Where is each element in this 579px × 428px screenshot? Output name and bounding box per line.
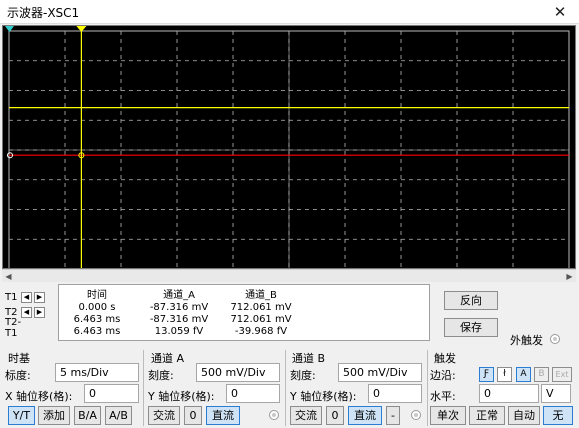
- ext-trigger-terminal[interactable]: [550, 334, 560, 344]
- readout-cell: 712.061 mV: [230, 313, 292, 325]
- channel-a-scale-input[interactable]: 500 mV/Div: [196, 363, 280, 382]
- channel-a-ac-button[interactable]: 交流: [148, 406, 180, 425]
- scroll-right-icon[interactable]: ▶: [563, 270, 576, 283]
- readout-cell: 0.000 s: [78, 301, 116, 313]
- channel-b-scale-input[interactable]: 500 mV/Div: [338, 363, 422, 382]
- timebase-xpos-label: X 轴位移(格):: [5, 390, 73, 403]
- readout-cell: -87.316 mV: [149, 313, 209, 325]
- left-arrow-icon[interactable]: ◀: [21, 292, 32, 303]
- trigger-source-ext[interactable]: Ext: [552, 367, 572, 382]
- channel-a-terminal[interactable]: [269, 410, 279, 420]
- trigger-single-button[interactable]: 单次: [430, 406, 466, 425]
- reverse-button[interactable]: 反向: [444, 291, 498, 310]
- channel-b-ypos-input[interactable]: 0: [368, 384, 422, 403]
- scroll-left-icon[interactable]: ◀: [2, 270, 15, 283]
- channel-a-ypos-label: Y 轴位移(格):: [148, 390, 215, 403]
- readout-header-cha: 通道_A: [163, 290, 195, 301]
- trigger-edge-label: 边沿:: [430, 369, 456, 382]
- readout-header-chb: 通道_B: [245, 290, 277, 301]
- channel-a-scale-label: 刻度:: [148, 369, 174, 382]
- readout-header-time: 时间: [87, 290, 107, 301]
- divider: [285, 350, 286, 426]
- mode-add-button[interactable]: 添加: [38, 406, 70, 425]
- readout-cell: -87.316 mV: [149, 301, 209, 313]
- channel-b-ypos-label: Y 轴位移(格):: [290, 390, 357, 403]
- table-row: 0.000 s -87.316 mV 712.061 mV: [59, 301, 299, 313]
- channel-b-invert-button[interactable]: -: [386, 406, 400, 425]
- channel-a-title: 通道 A: [151, 352, 185, 365]
- channel-b-scale-label: 刻度:: [290, 369, 316, 382]
- trigger-level-label: 水平:: [430, 390, 456, 403]
- cursor-row-t1: T1 ◀ ▶: [5, 290, 53, 305]
- title-bar: 示波器-XSC1 ✕: [0, 0, 579, 24]
- cursor-controls: T1 ◀ ▶ T2 ◀ ▶ T2-T1: [5, 290, 53, 339]
- readout-cell: 6.463 ms: [73, 325, 121, 337]
- trigger-none-button[interactable]: 无: [543, 406, 573, 425]
- right-arrow-icon[interactable]: ▶: [34, 292, 45, 303]
- channel-a-ypos-input[interactable]: 0: [226, 384, 280, 403]
- ext-trigger-label: 外触发: [510, 334, 543, 347]
- channel-a-gnd-button[interactable]: 0: [184, 406, 202, 425]
- timebase-xpos-input[interactable]: 0: [84, 384, 139, 403]
- readout-cell: 712.061 mV: [230, 301, 292, 313]
- window-title: 示波器-XSC1: [7, 6, 80, 20]
- oscilloscope-screen[interactable]: [2, 25, 576, 269]
- scope-display: [5, 26, 570, 268]
- channel-b-gnd-button[interactable]: 0: [326, 406, 344, 425]
- falling-edge-icon[interactable]: ł: [497, 367, 512, 382]
- mode-ba-button[interactable]: B/A: [74, 406, 101, 425]
- rising-edge-icon[interactable]: Ƒ: [479, 367, 494, 382]
- trigger-level-unit[interactable]: V: [541, 384, 571, 403]
- trigger-normal-button[interactable]: 正常: [469, 406, 505, 425]
- divider: [143, 350, 144, 426]
- channel-b-terminal[interactable]: [411, 410, 421, 420]
- table-row: 6.463 ms -87.316 mV 712.061 mV: [59, 313, 299, 325]
- timebase-scale-input[interactable]: 5 ms/Div: [55, 363, 139, 382]
- cursor-label: T1: [5, 292, 18, 303]
- cursor-label: T2-T1: [5, 316, 22, 339]
- readout-cell: 13.059 fV: [154, 325, 204, 337]
- readout-cell: 6.463 ms: [73, 313, 121, 325]
- timebase-scale-label: 标度:: [5, 369, 31, 382]
- trigger-level-input[interactable]: 0: [479, 384, 539, 403]
- channel-a-dc-button[interactable]: 直流: [206, 406, 240, 425]
- trigger-title: 触发: [434, 352, 456, 365]
- readout-cell: -39.968 fV: [234, 325, 288, 337]
- cursor-row-diff: T2-T1: [5, 317, 53, 339]
- table-row: 6.463 ms 13.059 fV -39.968 fV: [59, 325, 299, 337]
- mode-ab-button[interactable]: A/B: [105, 406, 132, 425]
- right-arrow-icon[interactable]: ▶: [34, 307, 45, 318]
- channel-b-title: 通道 B: [292, 352, 326, 365]
- mode-yt-button[interactable]: Y/T: [8, 406, 35, 425]
- trigger-source-a[interactable]: A: [516, 367, 531, 382]
- channel-b-ac-button[interactable]: 交流: [290, 406, 322, 425]
- measurement-readout: 时间 通道_A 通道_B 0.000 s -87.316 mV 712.061 …: [58, 284, 430, 341]
- readout-table: 时间 通道_A 通道_B 0.000 s -87.316 mV 712.061 …: [59, 286, 299, 337]
- trigger-source-b[interactable]: B: [534, 367, 549, 382]
- save-button[interactable]: 保存: [444, 318, 498, 337]
- trigger-auto-button[interactable]: 自动: [508, 406, 540, 425]
- horizontal-scrollbar[interactable]: ◀ ▶: [2, 269, 576, 282]
- channel-b-dc-button[interactable]: 直流: [348, 406, 382, 425]
- timebase-title: 时基: [8, 352, 30, 365]
- close-icon[interactable]: ✕: [549, 2, 571, 22]
- left-arrow-icon[interactable]: ◀: [21, 307, 32, 318]
- divider: [427, 350, 428, 426]
